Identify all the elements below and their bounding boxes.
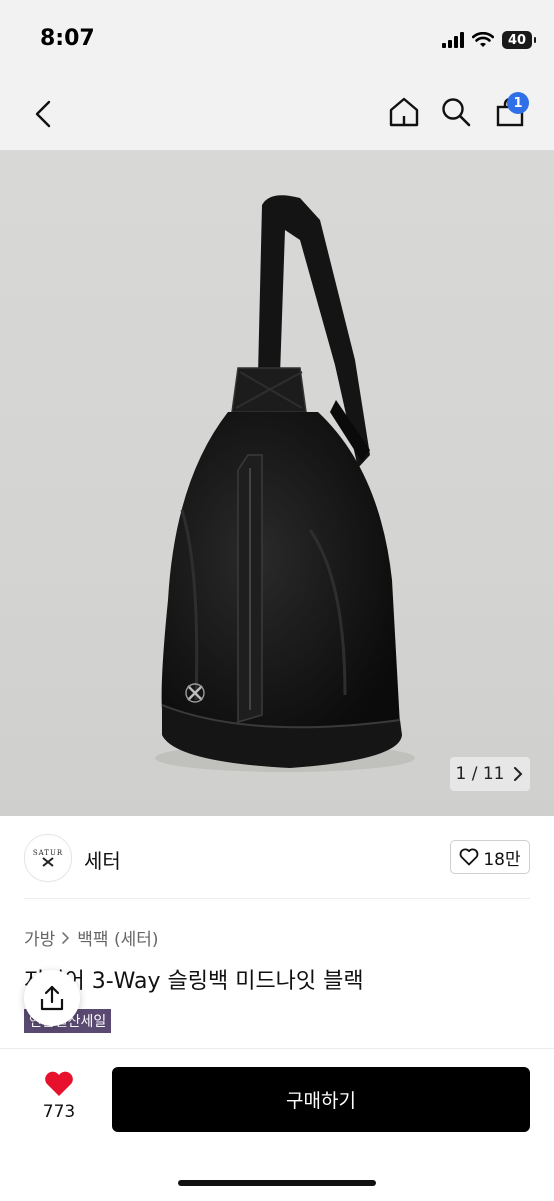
divider (24, 898, 530, 899)
brand-name[interactable]: 세터 (84, 845, 121, 874)
wishlist-button[interactable]: 773 (34, 1070, 84, 1130)
brand-like-count: 18만 (483, 849, 521, 870)
breadcrumb: 가방 백팩 (세터) (24, 925, 159, 950)
home-button[interactable] (384, 92, 424, 132)
image-counter-button[interactable]: 1 / 11 (450, 757, 530, 791)
breadcrumb-item-bag[interactable]: 가방 (24, 925, 55, 950)
breadcrumb-item-backpack[interactable]: 백팩 (세터) (77, 925, 158, 950)
heart-outline-icon (459, 848, 479, 866)
share-icon (40, 985, 64, 1011)
brand-logo-text: SATUR (32, 849, 64, 857)
battery-indicator: 40 (502, 31, 536, 49)
product-image[interactable] (0, 150, 554, 816)
brand-like-button[interactable]: 18만 (450, 840, 530, 874)
brand-logo[interactable]: SATUR (24, 834, 72, 882)
sling-backpack-illustration (155, 195, 415, 772)
search-icon (442, 98, 471, 127)
cart-count-badge: 1 (507, 92, 529, 114)
chevron-left-icon (35, 100, 51, 128)
heart-filled-icon (45, 1071, 73, 1096)
status-icons: 40 (442, 29, 536, 51)
chevron-right-icon (514, 767, 523, 781)
buy-button[interactable]: 구매하기 (112, 1067, 530, 1132)
home-icon (389, 97, 419, 127)
back-button[interactable] (24, 94, 64, 134)
signal-icon (442, 32, 464, 48)
status-bar: 8:07 40 (0, 0, 554, 80)
chevron-right-icon (62, 931, 70, 944)
wishlist-count: 773 (42, 1102, 76, 1122)
brand-emblem-icon (42, 857, 54, 867)
nav-header (0, 80, 554, 150)
image-counter-text: 1 / 11 (455, 764, 505, 784)
status-time: 8:07 (40, 26, 95, 51)
search-button[interactable] (436, 92, 476, 132)
share-button[interactable] (24, 970, 80, 1026)
home-indicator (178, 1180, 376, 1186)
wifi-icon (472, 32, 494, 47)
